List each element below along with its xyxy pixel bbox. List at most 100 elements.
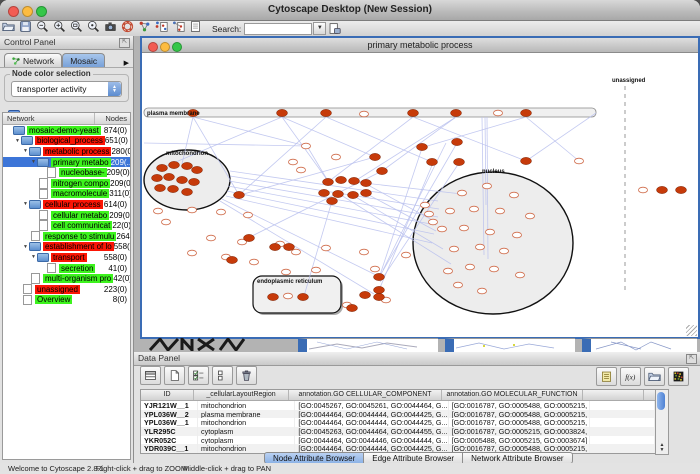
function-icon[interactable]: f(x) — [620, 367, 641, 386]
import-page-icon[interactable] — [326, 22, 343, 36]
tree-column-network[interactable]: Network — [3, 113, 95, 124]
network-view-titlebar[interactable]: primary metabolic process — [142, 38, 698, 53]
tree-row-establishment-of-lo[interactable]: ▼establishment of lo558(0) — [3, 242, 130, 253]
tree-row-primary-metabo[interactable]: ▼primary metabo209(... — [3, 157, 130, 168]
table-scrollbar-thumb[interactable] — [657, 392, 665, 410]
layout-edges-icon[interactable] — [170, 19, 187, 33]
edge — [413, 117, 526, 161]
expand-triangle-icon[interactable]: ▼ — [22, 201, 29, 207]
tree-row-response-to-stimulu[interactable]: ▼response to stimulu264(0) — [3, 231, 130, 242]
zoom-fit-icon[interactable] — [68, 19, 85, 33]
float-panel-icon[interactable]: ⇱ — [686, 354, 697, 364]
attribute-table[interactable]: ID_cellularLayoutRegionannotation.GO CEL… — [140, 389, 656, 454]
node-solid — [169, 161, 180, 168]
tree-row-biological-process[interactable]: ▼biological_process651(0) — [3, 136, 130, 147]
table-cell — [590, 444, 655, 453]
notepad-icon[interactable] — [596, 367, 617, 386]
tree-row-secretion[interactable]: ▼secretion41(0) — [3, 263, 130, 274]
tree-row-count: 223(0) — [104, 285, 130, 294]
tab-network-label: Network — [23, 56, 54, 66]
file-icon — [47, 263, 56, 274]
node-solid — [284, 243, 295, 250]
table-row[interactable]: YKR052Ccytoplasm[GO:0044464, GO:0044446,… — [141, 436, 655, 445]
tree-row-mosaic-demo-yeast[interactable]: ▼mosaic-demo-yeast874(0) — [3, 125, 130, 136]
tree-column-nodes[interactable]: Nodes — [95, 113, 130, 124]
table-scrollbar[interactable]: ▲▼ — [655, 389, 669, 455]
network-graph[interactable]: plasma membranemitochondrionnucleusendop… — [142, 53, 694, 337]
tree-row-transport[interactable]: ▼transport558(0) — [3, 252, 130, 263]
network-icon[interactable] — [136, 19, 153, 33]
node-solid — [168, 185, 179, 192]
tree-row-macromolecule[interactable]: ▼macromolecule311(0) — [3, 189, 130, 200]
help-ring-icon[interactable] — [119, 19, 136, 33]
heatmap-icon[interactable] — [668, 367, 689, 386]
expand-triangle-icon[interactable]: ▼ — [14, 138, 21, 144]
tab-mosaic[interactable]: Mosaic — [62, 53, 105, 67]
node-outlined — [312, 267, 321, 273]
camera-icon[interactable] — [102, 19, 119, 33]
column-header-4[interactable]: annotation.GO MOLECULAR_FUNCTION — [442, 390, 583, 400]
annotation-page-icon[interactable] — [187, 19, 204, 33]
tree-row-cellular-process[interactable]: ▼cellular process614(0) — [3, 199, 130, 210]
tab-network[interactable]: Network — [4, 53, 62, 67]
float-panel-icon[interactable]: ⇱ — [119, 38, 130, 48]
folder-icon — [29, 200, 41, 209]
select-attributes-icon[interactable] — [188, 366, 209, 385]
expand-triangle-icon[interactable]: ▼ — [22, 244, 29, 250]
network-canvas[interactable]: plasma membranemitochondrionnucleusendop… — [142, 53, 698, 337]
tree-row-nucleobase-[interactable]: ▼nucleobase-209(0) — [3, 167, 130, 178]
tree-row-unassigned[interactable]: ▼unassigned223(0) — [3, 284, 130, 295]
expand-triangle-icon[interactable]: ▼ — [22, 148, 29, 154]
node-color-dropdown[interactable]: transporter activity ▲▼ — [11, 81, 122, 97]
table-row[interactable]: YPL036W__2plasma membrane[GO:0044464, GO… — [141, 410, 655, 419]
tab-overflow-arrow[interactable]: ▶ — [124, 59, 131, 67]
save-icon[interactable] — [17, 19, 34, 33]
network-view-frame[interactable]: primary metabolic process plasma membran… — [140, 36, 700, 339]
node-outlined — [494, 110, 503, 116]
expand-triangle-icon[interactable]: ▼ — [30, 254, 37, 260]
edge — [144, 143, 306, 146]
folder-icon — [37, 158, 49, 167]
trash-icon[interactable] — [236, 366, 257, 385]
table-row[interactable]: YPL036W__1mitochondrion[GO:0044464, GO:0… — [141, 418, 655, 427]
zoom-out-icon[interactable] — [34, 19, 51, 33]
open-folder-icon[interactable] — [0, 19, 17, 33]
node-outlined — [284, 293, 293, 299]
node-solid — [164, 173, 175, 180]
zoom-selected-icon[interactable] — [85, 19, 102, 33]
node-outlined — [516, 272, 525, 278]
tree-row-count: 651(0) — [105, 136, 131, 145]
table-cell: plasma membrane — [198, 410, 295, 419]
column-header-1[interactable]: ID — [141, 390, 194, 400]
table-cell: [GO:0045263, GO:0044464, GO:0044455, G..… — [295, 427, 448, 436]
new-page-icon[interactable] — [164, 366, 185, 385]
title-bar[interactable]: Cytoscape Desktop (New Session) — [0, 0, 700, 21]
tree-row-overview[interactable]: ▼Overview8(0) — [3, 295, 130, 306]
layout-nodes-icon[interactable] — [153, 19, 170, 33]
node-outlined — [486, 229, 495, 235]
expand-triangle-icon[interactable]: ▼ — [30, 159, 37, 165]
column-header-3[interactable]: annotation.GO CELLULAR_COMPONENT — [289, 390, 442, 400]
unselect-attributes-icon[interactable] — [212, 366, 233, 385]
network-tree: ▼mosaic-demo-yeast874(0)▼biological_proc… — [3, 125, 130, 305]
node-outlined — [639, 187, 648, 193]
node-outlined — [575, 158, 584, 164]
table-row[interactable]: YLR295Ccytoplasm[GO:0045263, GO:0044464,… — [141, 427, 655, 436]
tree-row-cell-communicat[interactable]: ▼cell communicat22(0) — [3, 220, 130, 231]
open-folder-icon[interactable] — [644, 367, 665, 386]
tree-row-metabolic-process[interactable]: ▼metabolic process280(0) — [3, 146, 130, 157]
table-row[interactable]: YJR121W__1mitochondrion[GO:0045267, GO:0… — [141, 401, 655, 410]
tree-row-label: primary metabo — [51, 158, 111, 167]
zoom-in-icon[interactable] — [51, 19, 68, 33]
tree-row-nitrogen-compo[interactable]: ▼nitrogen compo209(0) — [3, 178, 130, 189]
tree-row-label: cell communicat — [51, 221, 112, 230]
tree-row-label: macromolecule — [51, 189, 109, 198]
search-input[interactable] — [244, 23, 312, 35]
tree-row-cellular-metabo[interactable]: ▼cellular metabo209(0) — [3, 210, 130, 221]
table-icon[interactable] — [140, 366, 161, 385]
column-header-filler[interactable] — [583, 390, 644, 400]
tree-row-multi-organism-pro[interactable]: ▼multi-organism pro42(0) — [3, 273, 130, 284]
table-scrollbar-arrows[interactable]: ▲▼ — [656, 443, 668, 453]
column-header-2[interactable]: _cellularLayoutRegion — [194, 390, 289, 400]
search-dropdown-button[interactable]: ▼ — [313, 22, 326, 35]
